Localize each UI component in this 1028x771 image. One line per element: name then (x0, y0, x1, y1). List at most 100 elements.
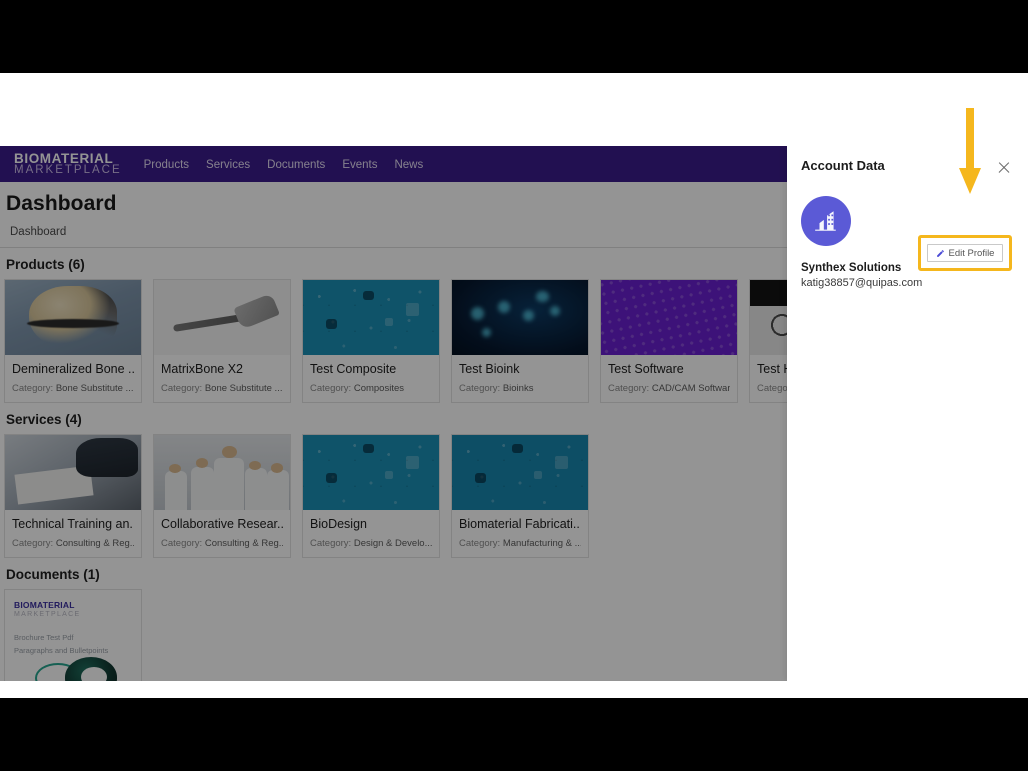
close-icon[interactable] (994, 158, 1014, 178)
category-value: Bone Substitute ... (55, 383, 134, 394)
pattern-shape (326, 319, 338, 329)
product-card[interactable]: Test H Categor (749, 279, 787, 403)
logo-line-1: BIOMATERIAL (14, 150, 114, 166)
product-category: Category: Composites (310, 383, 432, 394)
category-label: Category: (459, 383, 501, 394)
hexagon-pattern (303, 280, 439, 355)
figure (164, 471, 187, 510)
nav-item-documents[interactable]: Documents (267, 159, 325, 171)
glow-dot (498, 301, 511, 313)
figure (190, 466, 214, 510)
nav-item-services[interactable]: Services (206, 159, 250, 171)
document-card[interactable]: BIOMATERIAL MARKETPLACE Brochure Test Pd… (4, 589, 142, 681)
application-content: BIOMATERIAL MARKETPLACE Products Service… (0, 146, 787, 681)
doc-text-line-1: Brochure Test Pdf (14, 633, 74, 642)
section-services: Services (4) Technical Training an... Ca… (0, 403, 787, 558)
avatar (801, 196, 851, 246)
product-title: Test Software (608, 362, 684, 376)
figure-head (270, 462, 284, 473)
nav-item-products[interactable]: Products (144, 159, 189, 171)
product-category: Category: Bone Substitute ... (12, 383, 134, 394)
product-title: Test H (757, 362, 787, 376)
site-logo[interactable]: BIOMATERIAL MARKETPLACE (14, 150, 122, 177)
product-title: MatrixBone X2 (161, 362, 243, 376)
service-card[interactable]: Biomaterial Fabricati... Category: Manuf… (451, 434, 589, 558)
doc-art-shape (80, 667, 107, 681)
edit-profile-button[interactable]: Edit Profile (927, 244, 1003, 262)
document-thumbnail: BIOMATERIAL MARKETPLACE Brochure Test Pd… (5, 590, 141, 681)
product-card[interactable]: Test Bioink Category: Bioinks (451, 279, 589, 403)
screenshot-root: BIOMATERIAL MARKETPLACE Products Service… (0, 0, 1028, 771)
doc-illustration (34, 653, 125, 681)
logo-line-2: MARKETPLACE (14, 164, 122, 176)
figure (266, 470, 289, 510)
product-card[interactable]: Test Software Category: CAD/CAM Software (600, 279, 738, 403)
product-card-body: Test Composite Category: Composites (303, 355, 439, 402)
pattern-shape (555, 456, 569, 469)
glow-heart (536, 290, 550, 302)
product-title: Demineralized Bone ... (12, 362, 134, 376)
glow-dot (481, 328, 491, 337)
section-title-documents: Documents (1) (6, 567, 100, 582)
product-category: Category: Bone Substitute ... (161, 383, 283, 394)
pattern-shape (406, 456, 420, 469)
nav-item-news[interactable]: News (394, 159, 423, 171)
breadcrumb[interactable]: Dashboard (6, 216, 787, 247)
glow-dot (471, 307, 485, 320)
product-card[interactable]: MatrixBone X2 Category: Bone Substitute … (153, 279, 291, 403)
down-arrow-icon (959, 108, 981, 194)
edit-profile-label: Edit Profile (948, 247, 995, 259)
service-category: Category: Design & Develo... (310, 538, 432, 549)
hexagon-pattern (452, 435, 588, 510)
product-title: Test Bioink (459, 362, 520, 376)
category-label: Category: (161, 538, 203, 549)
product-thumbnail (154, 280, 290, 355)
section-title-services: Services (4) (6, 412, 82, 427)
product-category: Categor (757, 383, 787, 394)
panel-body: Synthex Solutions katig38857@quipas.com … (787, 178, 1028, 289)
product-card[interactable]: Test Composite Category: Composites (302, 279, 440, 403)
service-card[interactable]: Technical Training an... Category: Consu… (4, 434, 142, 558)
category-value: Manufacturing & ... (502, 538, 581, 549)
product-thumbnail (5, 280, 141, 355)
category-value: Consulting & Reg... (204, 538, 283, 549)
panel-title: Account Data (801, 158, 885, 173)
category-value: Bioinks (502, 383, 534, 394)
service-thumbnail (303, 435, 439, 510)
service-card-body: Collaborative Resear... Category: Consul… (154, 510, 290, 557)
doc-logo-line-2: MARKETPLACE (14, 611, 81, 618)
pattern-shape (406, 302, 420, 316)
category-label: Category: (161, 383, 203, 394)
site-header: BIOMATERIAL MARKETPLACE Products Service… (0, 146, 787, 182)
page-header: Dashboard Dashboard (0, 182, 787, 247)
product-thumbnail (452, 280, 588, 355)
service-title: Collaborative Resear... (161, 517, 283, 531)
figure (245, 468, 267, 510)
service-card[interactable]: BioDesign Category: Design & Develo... (302, 434, 440, 558)
product-card[interactable]: Demineralized Bone ... Category: Bone Su… (4, 279, 142, 403)
product-card-row: Demineralized Bone ... Category: Bone Su… (4, 279, 787, 403)
glow-dot (522, 310, 534, 321)
document-card-row: BIOMATERIAL MARKETPLACE Brochure Test Pd… (4, 589, 787, 681)
product-thumbnail (750, 280, 787, 355)
category-value: Design & Develo... (353, 538, 432, 549)
pattern-shape (533, 471, 542, 479)
category-label: Categor (757, 383, 787, 394)
nav-item-events[interactable]: Events (342, 159, 377, 171)
category-label: Category: (310, 538, 352, 549)
product-card-body: Demineralized Bone ... Category: Bone Su… (5, 355, 141, 402)
service-card-body: BioDesign Category: Design & Develo... (303, 510, 439, 557)
category-label: Category: (12, 383, 54, 394)
category-value: Bone Substitute ... (204, 383, 283, 394)
service-card[interactable]: Collaborative Resear... Category: Consul… (153, 434, 291, 558)
glow-dot (549, 305, 560, 316)
pattern-shape (511, 444, 523, 453)
hexagon-pattern (303, 435, 439, 510)
service-thumbnail (5, 435, 141, 510)
section-documents: Documents (1) BIOMATERIAL MARKETPLACE Br… (0, 558, 787, 681)
service-card-body: Biomaterial Fabricati... Category: Manuf… (452, 510, 588, 557)
category-value: Consulting & Reg... (55, 538, 134, 549)
pattern-shape (362, 290, 374, 300)
product-card-body: Test Software Category: CAD/CAM Software (601, 355, 737, 402)
pattern-shape (475, 472, 487, 483)
